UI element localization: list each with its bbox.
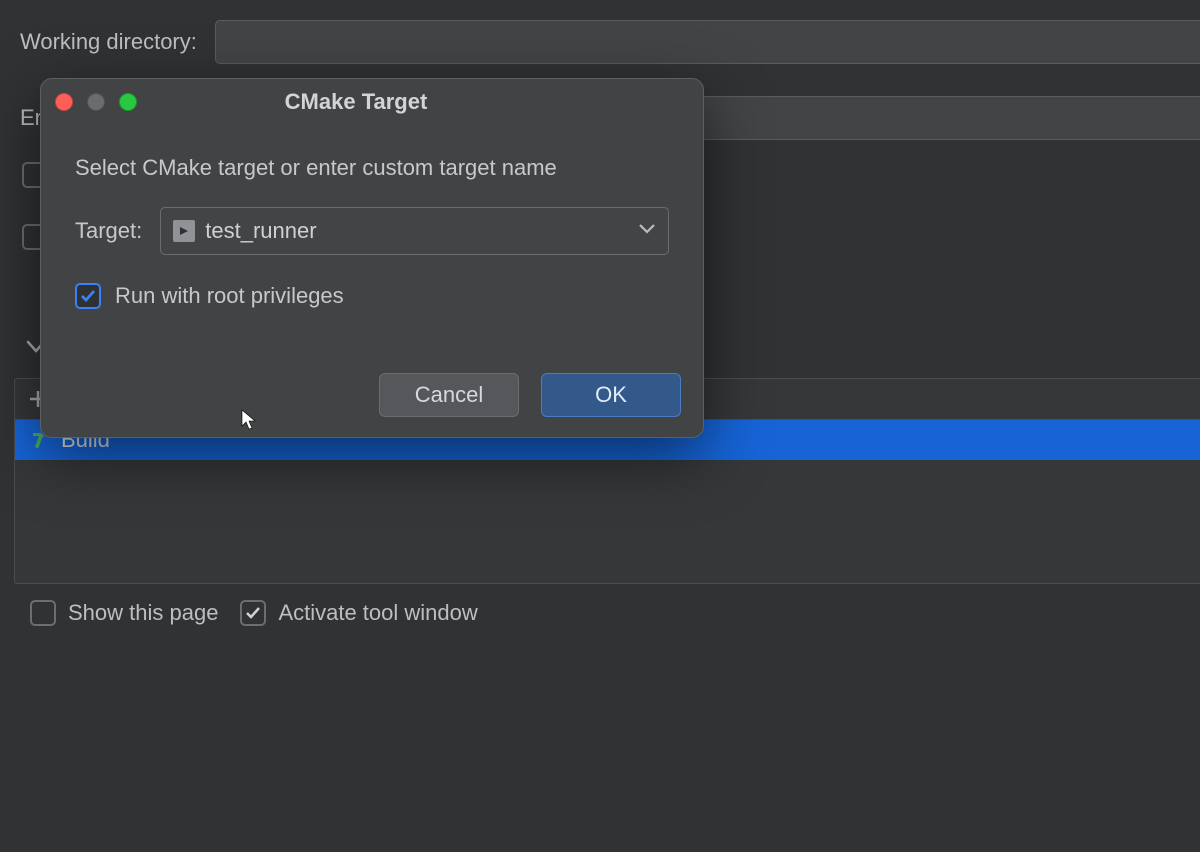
ok-button[interactable]: OK — [541, 373, 681, 417]
chevron-down-icon — [638, 222, 656, 240]
target-combobox[interactable]: test_runner — [160, 207, 669, 255]
dialog-button-row: Cancel OK — [379, 373, 681, 417]
dialog-message: Select CMake target or enter custom targ… — [75, 155, 669, 181]
dialog-titlebar: CMake Target — [41, 79, 703, 125]
activate-tool-window-label: Activate tool window — [278, 600, 477, 626]
activate-tool-window-checkbox[interactable] — [240, 600, 266, 626]
activate-tool-window-group: Activate tool window — [240, 600, 477, 626]
show-this-page-checkbox[interactable] — [30, 600, 56, 626]
zoom-window-icon[interactable] — [119, 93, 137, 111]
cmake-target-dialog: CMake Target Select CMake target or ente… — [40, 78, 704, 438]
bottom-options-row: Show this page Activate tool window — [30, 600, 478, 626]
show-this-page-group: Show this page — [30, 600, 218, 626]
working-directory-label: Working directory: — [0, 29, 197, 55]
window-controls — [55, 93, 137, 111]
cancel-button[interactable]: Cancel — [379, 373, 519, 417]
working-directory-row: Working directory: — [0, 18, 1200, 66]
target-row: Target: test_runner — [75, 207, 669, 255]
mouse-cursor-icon — [241, 409, 257, 436]
ok-button-label: OK — [595, 382, 627, 408]
dialog-title: CMake Target — [40, 89, 703, 115]
target-label: Target: — [75, 218, 142, 244]
root-privileges-checkbox[interactable] — [75, 283, 101, 309]
executable-icon — [173, 220, 195, 242]
close-window-icon[interactable] — [55, 93, 73, 111]
cancel-button-label: Cancel — [415, 382, 483, 408]
root-privileges-label: Run with root privileges — [115, 283, 344, 309]
root-privileges-row: Run with root privileges — [75, 283, 669, 309]
dialog-body: Select CMake target or enter custom targ… — [41, 125, 703, 309]
target-value: test_runner — [205, 218, 316, 244]
minimize-window-icon[interactable] — [87, 93, 105, 111]
show-this-page-label: Show this page — [68, 600, 218, 626]
working-directory-input[interactable] — [215, 20, 1200, 64]
